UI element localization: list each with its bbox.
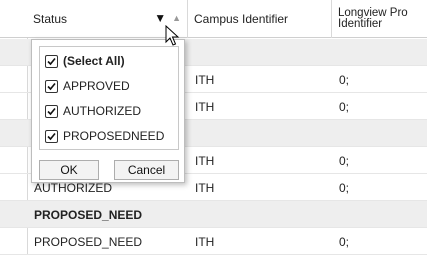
longview-cell: 0; [339,180,350,195]
filter-option-label: (Select All) [63,54,125,68]
longview-cell: 0; [339,153,350,168]
ok-button[interactable]: OK [39,160,99,180]
checkbox[interactable] [45,79,58,93]
table-row[interactable]: PROPOSED_NEED ITH 0; [0,228,427,255]
column-header-longview-label: Longview Pro Identifier [338,7,408,30]
column-header-longview[interactable]: Longview Pro Identifier [332,0,427,38]
checkbox[interactable] [45,104,58,118]
campus-cell: ITH [195,72,215,87]
filter-option-approved[interactable]: APPROVED [45,75,130,97]
filter-option-label: APPROVED [63,79,130,93]
filter-option-list: (Select All) APPROVED AUTHORIZED PROPOSE… [39,46,179,150]
status-cell: PROPOSED_NEED [34,207,143,222]
filter-icon[interactable]: ▼ [154,12,166,24]
column-header-status[interactable]: Status ▼ ▲ [27,0,188,38]
sort-ascending-icon[interactable]: ▲ [172,12,181,24]
campus-cell: ITH [195,153,215,168]
campus-cell: ITH [195,234,215,249]
longview-cell: 0; [339,234,350,249]
campus-cell: ITH [195,99,215,114]
longview-cell: 0; [339,99,350,114]
filter-option-proposedneed[interactable]: PROPOSEDNEED [45,125,164,147]
grid-header: Status ▼ ▲ Campus Identifier Longview Pr… [0,0,427,38]
campus-cell: ITH [195,180,215,195]
filter-option-label: AUTHORIZED [63,104,141,118]
filter-option-select-all[interactable]: (Select All) [45,50,125,72]
column-header-campus[interactable]: Campus Identifier [188,0,332,38]
filter-popup: (Select All) APPROVED AUTHORIZED PROPOSE… [31,39,185,183]
cancel-button[interactable]: Cancel [114,160,179,180]
longview-cell: 0; [339,72,350,87]
column-header-campus-label: Campus Identifier [194,12,289,26]
group-row[interactable]: PROPOSED_NEED [0,201,427,228]
checkbox[interactable] [45,54,58,68]
mouse-pointer-icon [165,25,180,46]
checkbox[interactable] [45,129,58,143]
filter-option-label: PROPOSEDNEED [63,129,165,143]
filter-option-authorized[interactable]: AUTHORIZED [45,100,141,122]
status-cell: PROPOSED_NEED [34,234,143,249]
column-header-status-label: Status [33,12,68,26]
